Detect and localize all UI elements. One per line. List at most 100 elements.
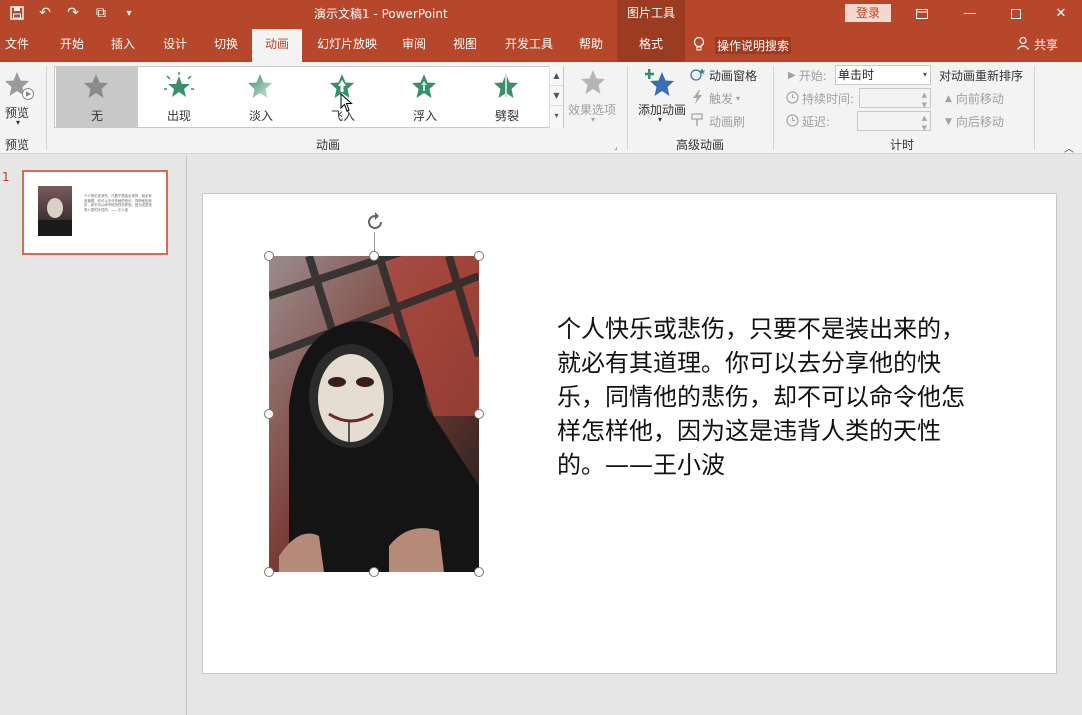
- ribbon-display-icon[interactable]: [899, 0, 945, 27]
- down-triangle-icon: ▼: [945, 116, 952, 127]
- resize-handle[interactable]: [264, 567, 274, 577]
- tab-slideshow[interactable]: 幻灯片放映: [309, 27, 385, 62]
- redo-icon[interactable]: ↷: [62, 3, 84, 23]
- tab-view[interactable]: 视图: [447, 27, 483, 62]
- undo-icon[interactable]: ↶: [34, 3, 56, 23]
- slide-number: 1: [2, 170, 10, 184]
- tab-review[interactable]: 审阅: [396, 27, 432, 62]
- start-select[interactable]: 单击时 ▾: [835, 65, 931, 85]
- animation-painter-label: 动画刷: [709, 115, 746, 129]
- thumbnail-image: [38, 186, 72, 236]
- animation-fade[interactable]: 淡入: [220, 67, 302, 127]
- resize-handle[interactable]: [474, 567, 484, 577]
- resize-handle[interactable]: [474, 251, 484, 261]
- tell-me-search[interactable]: 操作说明搜索: [693, 36, 792, 55]
- tab-help[interactable]: 帮助: [573, 27, 609, 62]
- start-value: 单击时: [838, 68, 875, 82]
- search-label: 操作说明搜索: [715, 37, 792, 54]
- ribbon-tabs: 文件 开始 插入 设计 切换 动画 幻灯片放映 审阅 视图 开发工具 帮助 格式…: [0, 27, 1082, 62]
- thumbnail-content: 个人快乐或悲伤，只要不是装出来的，就必有其道理。你可以去分享他的快乐，同情他的悲…: [26, 174, 164, 251]
- gallery-more-icon[interactable]: ▾: [550, 106, 563, 126]
- picture-tools-label: 图片工具: [617, 0, 685, 27]
- animation-split[interactable]: 劈裂: [466, 67, 548, 127]
- animation-label: 浮入: [412, 109, 437, 123]
- share-button[interactable]: 共享: [1016, 36, 1058, 53]
- tab-format[interactable]: 格式: [617, 27, 685, 62]
- gallery-down-icon[interactable]: ▼: [550, 86, 563, 106]
- tab-animations[interactable]: 动画: [252, 29, 302, 62]
- slide-thumbnail-pane: 1 个人快乐或悲伤，只要不是装出来的，就必有其道理。你可以去分享他的快乐，同情他…: [0, 155, 187, 715]
- group-label-animation: 动画: [316, 138, 341, 152]
- start-dropdown-icon[interactable]: ▾: [923, 66, 927, 84]
- slide-thumbnail[interactable]: 个人快乐或悲伤，只要不是装出来的，就必有其道理。你可以去分享他的快乐，同情他的悲…: [22, 170, 168, 255]
- animation-fly-in[interactable]: 飞入: [302, 67, 384, 127]
- effect-dropdown-icon: ▾: [591, 115, 596, 124]
- resize-handle[interactable]: [474, 409, 484, 419]
- star-gray-icon: [84, 74, 108, 98]
- group-label-preview: 预览: [5, 138, 30, 152]
- add-animation-button[interactable]: 添加动画 ▾: [635, 66, 689, 132]
- animation-float-in[interactable]: 浮入: [384, 67, 466, 127]
- star-float-icon: [412, 74, 436, 98]
- resize-handle[interactable]: [264, 251, 274, 261]
- animation-pane-button[interactable]: 动画窗格: [690, 67, 757, 84]
- lightbulb-icon: [693, 36, 705, 55]
- add-animation-dropdown-icon: ▾: [658, 115, 663, 124]
- move-earlier-button: ▲ 向前移动: [945, 90, 1004, 107]
- duration-row: 持续时间:: [786, 90, 854, 107]
- rotate-handle-icon[interactable]: [363, 210, 387, 237]
- customize-qat-icon[interactable]: ▾: [118, 3, 140, 23]
- share-label: 共享: [1034, 38, 1059, 52]
- slide-canvas[interactable]: 个人快乐或悲伤，只要不是装出来的，就必有其道理。你可以去分享他的快乐，同情他的悲…: [202, 193, 1057, 674]
- group-separator: [1034, 66, 1035, 150]
- quote-textbox[interactable]: 个人快乐或悲伤，只要不是装出来的，就必有其道理。你可以去分享他的快乐，同情他的悲…: [557, 312, 967, 482]
- thumbnail-text: 个人快乐或悲伤，只要不是装出来的，就必有其道理。你可以去分享他的快乐，同情他的悲…: [84, 194, 152, 212]
- animation-label: 无: [90, 109, 103, 123]
- gallery-up-icon[interactable]: ▲: [550, 66, 563, 86]
- ribbon-animations: 预览 ▾ 预览 无 出现 淡入 飞入 浮入 劈裂 ▲ ▼ ▾ 效果选项 ▾ 动画…: [0, 62, 1082, 155]
- selected-photo[interactable]: [269, 256, 479, 572]
- start-presentation-icon[interactable]: ⧉: [90, 3, 112, 23]
- duration-spinner: ▲ ▼: [859, 88, 931, 109]
- tab-file[interactable]: 文件: [0, 27, 34, 62]
- maximize-icon[interactable]: [993, 0, 1039, 27]
- group-label-advanced: 高级动画: [676, 138, 725, 152]
- group-separator: [627, 66, 628, 150]
- person-icon: [1016, 36, 1030, 53]
- minimize-icon[interactable]: —: [947, 0, 993, 27]
- gallery-scroll: ▲ ▼ ▾: [549, 66, 563, 128]
- tab-developer[interactable]: 开发工具: [500, 27, 558, 62]
- preview-dropdown-icon[interactable]: ▾: [16, 118, 20, 127]
- dialog-launcher-icon[interactable]: ⌟: [614, 142, 618, 151]
- tab-design[interactable]: 设计: [157, 27, 193, 62]
- animation-label: 淡入: [248, 109, 273, 123]
- effect-options-button[interactable]: 效果选项 ▾: [566, 66, 622, 128]
- resize-handle[interactable]: [369, 567, 379, 577]
- painter-icon: [690, 113, 706, 130]
- effect-star-icon: [581, 70, 605, 94]
- star-split-icon: [494, 74, 518, 98]
- spinner-down-icon: ▼: [921, 124, 927, 132]
- group-separator: [773, 66, 774, 150]
- save-icon[interactable]: [6, 3, 28, 23]
- star-burst-icon: [164, 72, 194, 97]
- tab-insert[interactable]: 插入: [105, 27, 141, 62]
- group-label-timing: 计时: [890, 138, 915, 152]
- tab-transitions[interactable]: 切换: [208, 27, 244, 62]
- animation-none[interactable]: 无: [56, 67, 138, 127]
- tab-home[interactable]: 开始: [54, 27, 90, 62]
- preview-button[interactable]: 预览 ▾: [2, 66, 38, 128]
- collapse-ribbon-icon[interactable]: ︿: [1064, 140, 1074, 155]
- start-label: 开始:: [798, 69, 827, 83]
- animation-appear[interactable]: 出现: [138, 67, 220, 127]
- trigger-label: 触发: [709, 92, 734, 106]
- login-button[interactable]: 登录: [845, 4, 891, 22]
- preview-star-icon: [5, 72, 34, 100]
- delay-clock-icon: [786, 113, 799, 130]
- star-fade-icon: [248, 74, 272, 98]
- title-bar: ↶ ↷ ⧉ ▾ 演示文稿1 - PowerPoint 图片工具 登录 — ✕: [0, 0, 1082, 27]
- close-icon[interactable]: ✕: [1038, 0, 1082, 27]
- resize-handle[interactable]: [264, 409, 274, 419]
- resize-handle[interactable]: [369, 251, 379, 261]
- trigger-dropdown-icon: ▾: [736, 94, 741, 103]
